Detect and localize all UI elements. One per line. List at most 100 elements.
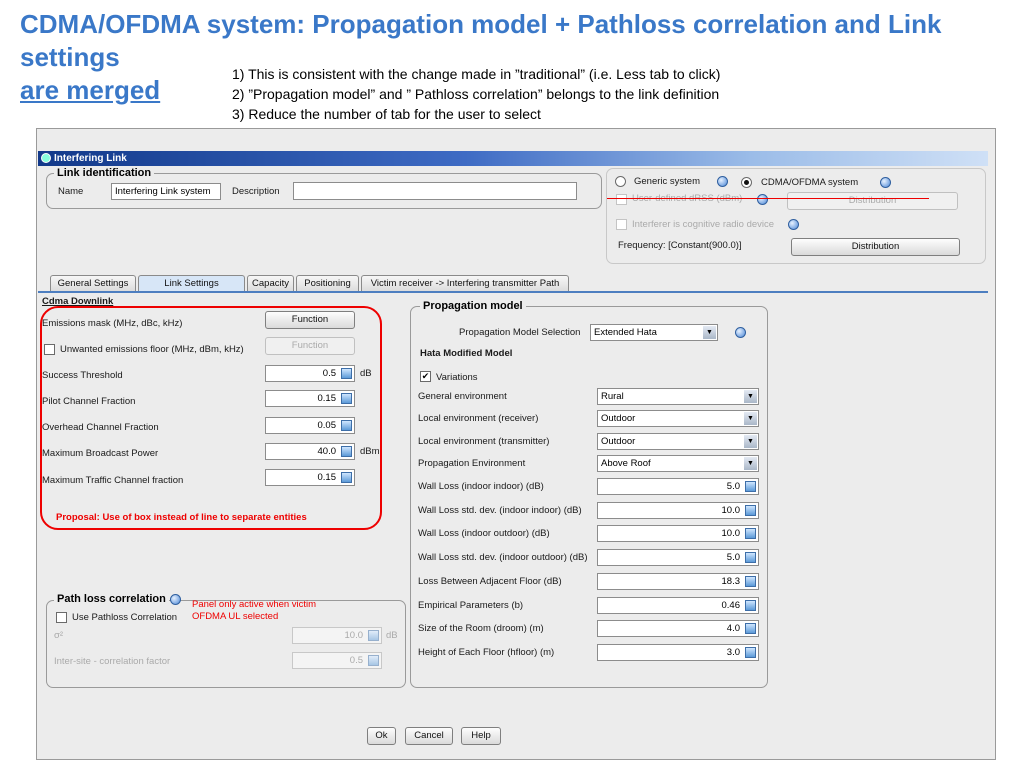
name-input[interactable]: Interfering Link system	[111, 183, 221, 200]
propagation-select-value: Outdoor	[601, 435, 636, 447]
frequency-label: Frequency: [Constant(900.0)]	[618, 240, 742, 251]
window-titlebar[interactable]: Interfering Link	[38, 151, 988, 166]
tab-capacity[interactable]: Capacity	[247, 275, 294, 291]
propagation-select-label: General environment	[418, 391, 507, 402]
propagation-field-input[interactable]: 3.0	[597, 643, 759, 661]
calculator-icon[interactable]	[745, 575, 756, 587]
propagation-selection-label: Propagation Model Selection	[459, 327, 581, 338]
name-label: Name	[58, 186, 84, 197]
unwanted-emissions-checkbox[interactable]	[44, 344, 55, 355]
calculator-icon[interactable]	[745, 646, 756, 658]
calculator-icon[interactable]	[745, 552, 756, 564]
variations-checkbox[interactable]: ✔	[420, 371, 431, 382]
calculator-icon[interactable]	[341, 446, 352, 457]
generic-system-radio[interactable]	[615, 176, 626, 187]
chevron-down-icon[interactable]: ▼	[744, 412, 757, 426]
propagation-field-label: Empirical Parameters (b)	[418, 599, 524, 611]
unwanted-emissions-function-button[interactable]: Function	[265, 337, 355, 355]
calculator-icon[interactable]	[745, 481, 756, 492]
propagation-field-label: Size of the Room (droom) (m)	[418, 623, 544, 635]
slide-notes: 1) This is consistent with the change ma…	[232, 64, 720, 124]
link-identification-title: Link identification	[54, 167, 155, 179]
slide-title-text: CDMA/OFDMA system: Propagation model + P…	[20, 9, 942, 72]
user-drss-checkbox[interactable]	[616, 194, 627, 205]
help-icon[interactable]	[717, 176, 728, 187]
inter-site-label: Inter-site - correlation factor	[54, 656, 171, 667]
calculator-icon[interactable]	[368, 655, 379, 666]
chevron-down-icon[interactable]: ▼	[744, 456, 757, 470]
note-2: 2) ”Propagation model” and ” Pathloss co…	[232, 86, 720, 102]
help-icon[interactable]	[170, 594, 181, 605]
tab-positioning[interactable]: Positioning	[296, 275, 359, 291]
cdma-system-label: CDMA/OFDMA system	[761, 177, 859, 188]
max-broadcast-label: Maximum Broadcast Power	[42, 448, 159, 459]
propagation-field-input[interactable]: 4.0	[597, 620, 759, 638]
calculator-icon[interactable]	[745, 599, 756, 611]
propagation-select-value: Above Roof	[601, 457, 651, 469]
variations-label: Variations	[436, 372, 478, 383]
max-broadcast-unit: dBm	[360, 446, 380, 457]
calculator-icon[interactable]	[745, 623, 756, 635]
propagation-field-label: Loss Between Adjacent Floor (dB)	[418, 575, 562, 587]
emissions-mask-function-button[interactable]: Function	[265, 311, 355, 329]
ok-button[interactable]: Ok	[367, 727, 396, 745]
cdma-system-radio[interactable]	[741, 177, 752, 188]
emissions-mask-label: Emissions mask (MHz, dBc, kHz)	[42, 318, 183, 329]
unwanted-emissions-label: Unwanted emissions floor (MHz, dBm, kHz)	[60, 344, 244, 355]
cancel-button[interactable]: Cancel	[405, 727, 453, 745]
calculator-icon[interactable]	[341, 393, 352, 404]
propagation-select[interactable]: Outdoor ▼	[597, 410, 759, 428]
path-loss-title: Path loss correlation	[54, 593, 169, 605]
help-icon[interactable]	[757, 194, 768, 205]
description-label: Description	[232, 186, 280, 197]
calculator-icon[interactable]	[368, 630, 379, 641]
propagation-select[interactable]: Outdoor ▼	[597, 432, 759, 450]
propagation-select-value: Rural	[601, 391, 624, 402]
calculator-icon[interactable]	[745, 528, 756, 540]
path-loss-annotation-2: OFDMA UL selected	[192, 611, 279, 622]
propagation-select[interactable]: Rural ▼	[597, 388, 759, 405]
propagation-field-label: Wall Loss std. dev. (indoor indoor) (dB)	[418, 504, 582, 516]
cognitive-checkbox[interactable]	[616, 219, 627, 230]
overhead-channel-label: Overhead Channel Fraction	[42, 422, 159, 433]
propagation-field-input[interactable]: 5.0	[597, 478, 759, 495]
calculator-icon[interactable]	[745, 504, 756, 516]
calculator-icon[interactable]	[341, 368, 352, 379]
success-threshold-label: Success Threshold	[42, 370, 123, 381]
slide-title-underlined: are merged	[20, 75, 161, 105]
tab-link-settings[interactable]: Link Settings	[138, 275, 245, 292]
chevron-down-icon[interactable]: ▼	[744, 434, 757, 448]
proposal-annotation: Proposal: Use of box instead of line to …	[56, 512, 307, 523]
help-button[interactable]: Help	[461, 727, 501, 745]
propagation-select-value: Outdoor	[601, 413, 636, 425]
propagation-field-input[interactable]: 0.46	[597, 596, 759, 614]
propagation-field-input[interactable]: 10.0	[597, 525, 759, 543]
chevron-down-icon[interactable]: ▼	[744, 390, 757, 403]
propagation-select-label: Local environment (receiver)	[418, 413, 539, 425]
hata-model-label: Hata Modified Model	[420, 348, 513, 359]
propagation-field-input[interactable]: 10.0	[597, 501, 759, 519]
tab-general-settings[interactable]: General Settings	[50, 275, 136, 291]
use-pathloss-checkbox[interactable]	[56, 612, 67, 623]
note-3: 3) Reduce the number of tab for the user…	[232, 106, 541, 122]
help-icon[interactable]	[788, 219, 799, 230]
calculator-icon[interactable]	[341, 420, 352, 431]
propagation-field-label: Height of Each Floor (hfloor) (m)	[418, 646, 555, 658]
chevron-down-icon[interactable]: ▼	[703, 326, 716, 339]
max-traffic-label: Maximum Traffic Channel fraction	[42, 475, 184, 486]
description-input[interactable]	[293, 182, 577, 200]
tab-victim-receiver-path[interactable]: Victim receiver -> Interfering transmitt…	[361, 275, 569, 291]
strike-line	[607, 198, 929, 199]
propagation-select[interactable]: Above Roof ▼	[597, 454, 759, 472]
window-title: Interfering Link	[54, 153, 127, 164]
help-icon[interactable]	[735, 327, 746, 338]
propagation-field-input[interactable]: 18.3	[597, 572, 759, 590]
generic-system-label: Generic system	[634, 176, 700, 187]
propagation-model-select[interactable]: Extended Hata ▼	[590, 324, 718, 341]
drss-distribution-button[interactable]: Distribution	[787, 192, 958, 210]
help-icon[interactable]	[880, 177, 891, 188]
sigma-label: σ²	[54, 630, 64, 641]
frequency-distribution-button[interactable]: Distribution	[791, 238, 960, 256]
propagation-field-input[interactable]: 5.0	[597, 549, 759, 567]
calculator-icon[interactable]	[341, 472, 352, 483]
